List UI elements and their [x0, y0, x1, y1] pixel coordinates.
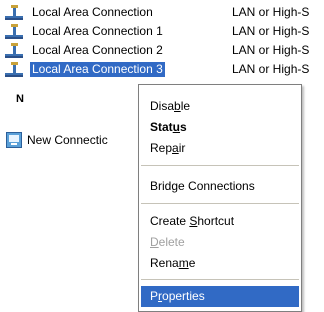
menu-item-rename[interactable]: Rename	[141, 253, 299, 274]
menu-item-bridge-connections[interactable]: Bridge Connections	[141, 176, 299, 197]
list-item[interactable]: Local Area Connection 1 LAN or High-S	[0, 24, 324, 40]
menu-item-properties[interactable]: Properties	[141, 286, 299, 307]
menu-separator	[141, 165, 299, 166]
connection-type: LAN or High-S	[232, 43, 310, 57]
network-connection-icon	[4, 62, 30, 78]
list-item[interactable]: Local Area Connection LAN or High-S	[0, 5, 324, 21]
network-connection-icon	[4, 24, 30, 40]
new-connection-wizard-icon	[6, 132, 22, 148]
network-connection-icon	[4, 5, 30, 21]
menu-item-create-shortcut[interactable]: Create Shortcut	[141, 211, 299, 232]
menu-item-repair[interactable]: Repair	[141, 138, 299, 159]
menu-separator	[141, 279, 299, 280]
connection-name: Local Area Connection 3	[30, 62, 165, 77]
list-item-selected[interactable]: Local Area Connection 3 LAN or High-S	[0, 62, 324, 78]
context-menu: Disable Status Repair Bridge Connections…	[138, 84, 302, 312]
menu-separator	[141, 203, 299, 204]
connection-name: Local Area Connection 1	[32, 24, 163, 38]
network-connection-icon	[4, 43, 30, 59]
connection-type: LAN or High-S	[232, 24, 310, 38]
menu-item-status[interactable]: Status	[141, 117, 299, 138]
connection-type: LAN or High-S	[232, 62, 310, 76]
menu-item-disable[interactable]: Disable	[141, 96, 299, 117]
list-item[interactable]: Local Area Connection 2 LAN or High-S	[0, 43, 324, 59]
connection-name: Local Area Connection 2	[32, 43, 163, 57]
connection-type: LAN or High-S	[232, 5, 310, 19]
new-connection-label: New Connectic	[27, 133, 108, 147]
connection-name: Local Area Connection	[32, 5, 153, 19]
menu-item-delete: Delete	[150, 235, 185, 249]
column-header[interactable]: N	[16, 93, 24, 105]
